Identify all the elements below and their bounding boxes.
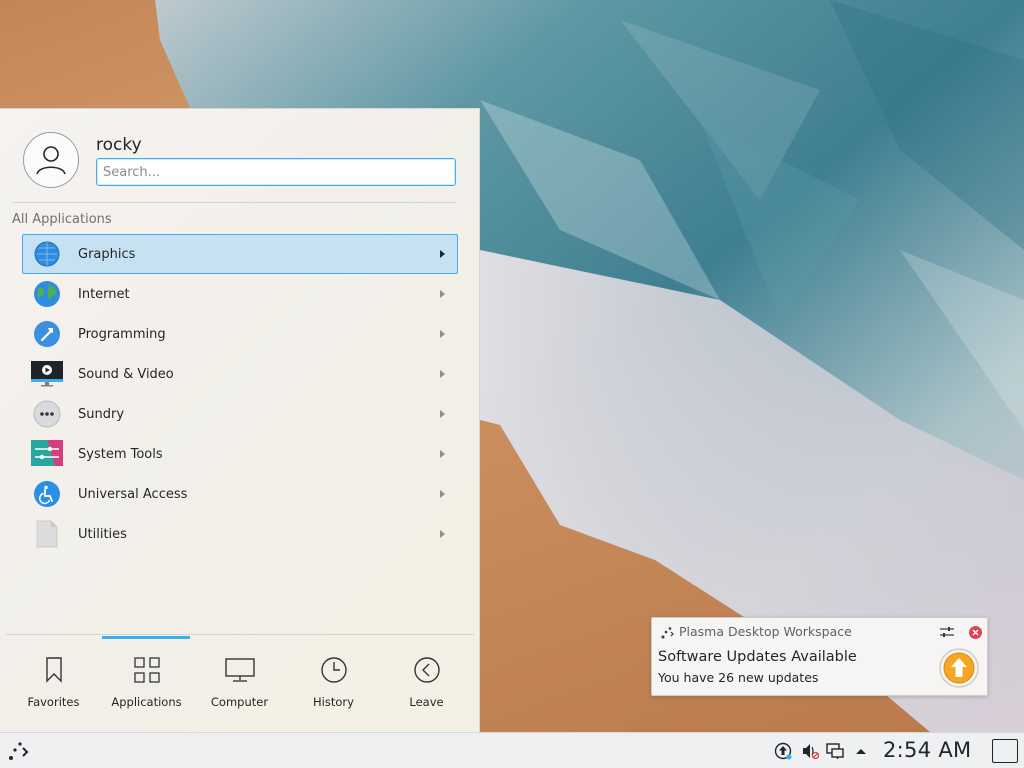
user-avatar[interactable]: [23, 132, 79, 188]
chevron-right-icon: [440, 290, 445, 298]
category-label: System Tools: [78, 446, 163, 462]
tab-computer[interactable]: Computer: [193, 654, 286, 714]
active-tab-indicator: [102, 636, 190, 639]
graphics-icon: [31, 238, 63, 270]
chevron-right-icon: [440, 410, 445, 418]
chevron-right-icon: [440, 370, 445, 378]
back-arrow-icon: [411, 654, 443, 686]
system-tools-icon: [31, 438, 63, 470]
digital-clock[interactable]: 2:54 AM: [883, 738, 971, 762]
tab-label: Computer: [210, 695, 269, 709]
chevron-right-icon: [440, 330, 445, 338]
tab-label: Applications: [111, 695, 182, 709]
category-label: Internet: [78, 286, 130, 302]
notification-body: You have 26 new updates: [658, 670, 819, 685]
bookmark-icon: [38, 654, 70, 686]
sundry-icon: [31, 398, 63, 430]
launcher-tabs: Favorites Applications Computer History …: [7, 654, 473, 714]
section-title: All Applications: [12, 212, 112, 227]
application-launcher: rocky All Applications Graphics: [0, 108, 480, 732]
notification-app-name: Plasma Desktop Workspace: [679, 624, 852, 639]
internet-icon: [31, 278, 63, 310]
tab-favorites[interactable]: Favorites: [7, 654, 100, 714]
updates-icon[interactable]: [774, 742, 792, 760]
expand-tray-icon[interactable]: [852, 742, 870, 760]
chevron-right-icon: [440, 250, 445, 258]
search-input[interactable]: [96, 158, 456, 186]
category-sundry[interactable]: Sundry: [22, 394, 458, 434]
tab-label: Leave: [409, 695, 444, 709]
user-icon: [36, 146, 66, 175]
tab-leave[interactable]: Leave: [380, 654, 473, 714]
notification-title: Software Updates Available: [658, 649, 857, 665]
category-graphics[interactable]: Graphics: [22, 234, 458, 274]
configure-icon[interactable]: [939, 625, 955, 639]
update-notification[interactable]: Plasma Desktop Workspace Software Update…: [651, 617, 988, 696]
programming-icon: [31, 318, 63, 350]
tab-label: History: [313, 695, 354, 709]
category-label: Programming: [78, 326, 166, 342]
category-label: Utilities: [78, 526, 127, 542]
username-label: rocky: [96, 135, 142, 155]
software-update-icon: [939, 648, 979, 688]
sound-video-icon: [31, 358, 63, 390]
close-notification-button[interactable]: [969, 626, 982, 639]
category-label: Graphics: [78, 246, 136, 262]
chevron-right-icon: [440, 490, 445, 498]
close-icon: [972, 629, 979, 636]
utilities-icon: [31, 518, 63, 550]
show-desktop-button[interactable]: [992, 739, 1018, 763]
tab-applications[interactable]: Applications: [100, 654, 193, 714]
network-icon[interactable]: [826, 742, 844, 760]
application-launcher-button[interactable]: [6, 739, 30, 763]
chevron-right-icon: [440, 530, 445, 538]
application-category-list: Graphics Internet Programming Sound & Vi…: [22, 234, 458, 554]
tab-history[interactable]: History: [287, 654, 380, 714]
footer-divider: [6, 634, 474, 635]
taskbar-panel: 2:54 AM: [0, 732, 1024, 768]
category-system-tools[interactable]: System Tools: [22, 434, 458, 474]
category-label: Universal Access: [78, 486, 188, 502]
category-sound-video[interactable]: Sound & Video: [22, 354, 458, 394]
category-programming[interactable]: Programming: [22, 314, 458, 354]
category-label: Sound & Video: [78, 366, 174, 382]
universal-access-icon: [31, 478, 63, 510]
chevron-right-icon: [440, 450, 445, 458]
monitor-icon: [224, 654, 256, 686]
category-internet[interactable]: Internet: [22, 274, 458, 314]
grid-icon: [131, 654, 163, 686]
header-divider: [12, 202, 456, 203]
clock-icon: [318, 654, 350, 686]
tab-label: Favorites: [27, 695, 80, 709]
category-label: Sundry: [78, 406, 125, 422]
plasma-icon: [661, 627, 674, 639]
volume-muted-icon[interactable]: [801, 742, 819, 760]
category-universal-access[interactable]: Universal Access: [22, 474, 458, 514]
category-utilities[interactable]: Utilities: [22, 514, 458, 554]
